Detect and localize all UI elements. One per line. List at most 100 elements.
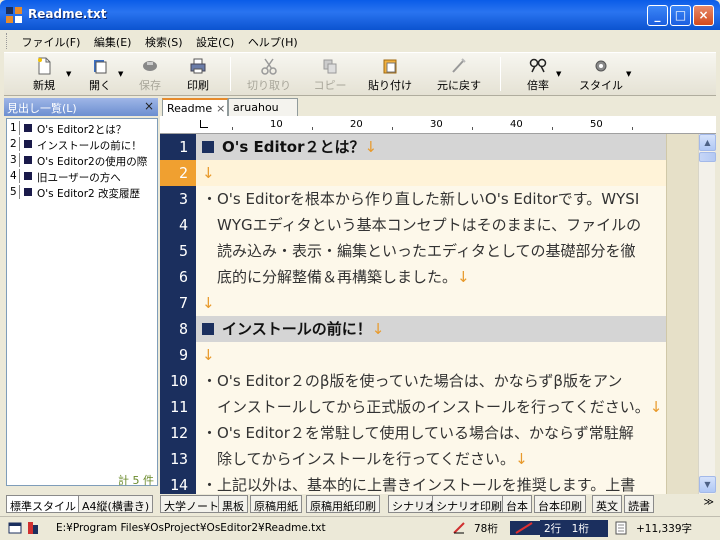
- printer-icon: [190, 58, 206, 74]
- menu-help[interactable]: ヘルプ(H): [243, 30, 303, 52]
- style-tab-blackboard[interactable]: 黒板: [218, 495, 248, 513]
- maximize-button[interactable]: □: [670, 5, 691, 26]
- close-button[interactable]: ×: [693, 5, 714, 26]
- outline-title: 見出し一覧(L): [7, 102, 77, 115]
- text-line[interactable]: インストールしてから正式版のインストールを行ってください。↓: [196, 394, 666, 420]
- tab-close-icon[interactable]: ×: [216, 102, 225, 115]
- style-tab-notebook[interactable]: 大学ノート: [160, 495, 223, 513]
- paste-label: 貼り付け: [368, 79, 412, 92]
- line-text: WYGエディタという基本コンセプトはそのままに、ファイルの: [202, 216, 642, 234]
- undo-label: 元に戻す: [437, 79, 481, 92]
- outline-close-icon[interactable]: ×: [144, 99, 154, 113]
- style-tab-script[interactable]: 台本: [502, 495, 532, 513]
- style-tab-english[interactable]: 英文: [592, 495, 622, 513]
- open-dropdown-icon[interactable]: ▼: [118, 70, 126, 78]
- outline-item-text: O's Editor2の使用の際: [37, 156, 148, 168]
- view-icon[interactable]: [8, 521, 22, 535]
- newline-mark: ↓: [371, 320, 385, 338]
- menu-grip[interactable]: [6, 33, 9, 49]
- text-line-current[interactable]: ↓: [196, 160, 666, 186]
- copy-button[interactable]: コピー: [308, 55, 352, 95]
- line-text: インストールの前に！: [222, 320, 372, 338]
- print-button[interactable]: 印刷: [180, 55, 216, 95]
- toolbar-separator: [500, 57, 501, 91]
- outline-item[interactable]: 5 O's Editor2 改変履歴: [7, 184, 157, 200]
- editor-area[interactable]: 1 O's Editor２とは？↓ 2 ↓ 3 ・O's Editorを根本から…: [160, 134, 698, 494]
- zoom-dropdown-icon[interactable]: ▼: [556, 70, 564, 78]
- open-button[interactable]: 開く: [82, 55, 118, 95]
- undo-button[interactable]: 元に戻す: [432, 55, 486, 95]
- print-label: 印刷: [187, 79, 209, 92]
- text-line[interactable]: 底的に分解整備＆再構築しました。↓: [196, 264, 666, 290]
- minimize-button[interactable]: _: [647, 5, 668, 26]
- style-label: スタイル: [579, 79, 623, 92]
- style-tab-a4[interactable]: A4縦(横書き): [78, 495, 154, 513]
- outline-pane: 見出し一覧(L) × 1 O's Editor2とは？ 2 インストールの前に！…: [4, 96, 158, 494]
- new-button[interactable]: 新規: [26, 55, 62, 95]
- outline-item-text: O's Editor2とは？: [37, 124, 127, 136]
- ruler-label: 50: [590, 119, 603, 130]
- style-button[interactable]: スタイル: [578, 55, 624, 95]
- text-line[interactable]: ・O's Editor２のβ版を使っていた場合は、かならずβ版をアン: [196, 368, 666, 394]
- menu-settings[interactable]: 設定(C): [191, 30, 239, 52]
- outline-item-divider: [19, 169, 20, 183]
- scroll-down-icon[interactable]: ▼: [699, 476, 716, 493]
- text-line[interactable]: ・O's Editorを根本から作り直した新しいO's Editorです。WYS…: [196, 186, 666, 212]
- paste-button[interactable]: 貼り付け: [364, 55, 416, 95]
- ruler-tick: [312, 127, 313, 130]
- outline-item[interactable]: 2 インストールの前に！: [7, 136, 157, 152]
- outline-count: 計 5 件: [118, 474, 154, 487]
- line-text: 読み込み・表示・編集といったエディタとしての基礎部分を徹: [202, 242, 636, 260]
- new-label: 新規: [33, 79, 55, 92]
- zoom-button[interactable]: 倍率: [520, 55, 556, 95]
- text-line[interactable]: ↓: [196, 290, 666, 316]
- style-tab-standard[interactable]: 標準スタイル: [6, 495, 80, 513]
- text-line[interactable]: ↓: [196, 342, 666, 368]
- text-line-heading[interactable]: O's Editor２とは？↓: [196, 134, 666, 160]
- style-dropdown-icon[interactable]: ▼: [626, 70, 634, 78]
- indent-marker-icon[interactable]: [200, 120, 208, 128]
- line-number: 1: [178, 138, 188, 156]
- menu-search[interactable]: 検索(S): [140, 30, 188, 52]
- tab-readme[interactable]: Readme ×: [162, 98, 228, 117]
- style-tab-manuscript-print[interactable]: 原稿用紙印刷: [306, 495, 380, 513]
- style-tab-manuscript[interactable]: 原稿用紙: [250, 495, 302, 513]
- tab-aruahou-rubi[interactable]: aruahou rubi: [228, 98, 298, 127]
- save-button[interactable]: 保存: [132, 55, 168, 95]
- save-icon: [143, 61, 157, 71]
- title-bar[interactable]: Readme.txt _ □ ×: [0, 0, 720, 30]
- text-line-heading[interactable]: インストールの前に！↓: [196, 316, 666, 342]
- outline-item-number: 2: [10, 138, 17, 150]
- outline-item-divider: [19, 137, 20, 151]
- open-label: 開く: [89, 79, 111, 92]
- ruler-mark-icon: [453, 522, 465, 534]
- scroll-thumb[interactable]: [699, 152, 716, 162]
- style-tabs-more-icon[interactable]: ≫: [704, 497, 714, 508]
- outline-item[interactable]: 4 旧ユーザーの方へ: [7, 168, 157, 184]
- ruler-label: 40: [510, 119, 523, 130]
- outline-header: 見出し一覧(L) ×: [4, 98, 158, 116]
- newline-mark: ↓: [364, 138, 378, 156]
- text-line[interactable]: 読み込み・表示・編集といったエディタとしての基礎部分を徹: [196, 238, 666, 264]
- new-dropdown-icon[interactable]: ▼: [66, 70, 74, 78]
- ruler-label: 20: [350, 119, 363, 130]
- scroll-up-icon[interactable]: ▲: [699, 134, 716, 151]
- style-tab-reading[interactable]: 読書: [624, 495, 654, 513]
- text-line[interactable]: ・O's Editor２を常駐して使用している場合は、かならず常駐解: [196, 420, 666, 446]
- text-line[interactable]: 除してからインストールを行ってください。↓: [196, 446, 666, 472]
- newline-mark: ↓: [202, 346, 215, 364]
- text-line[interactable]: WYGエディタという基本コンセプトはそのままに、ファイルの: [196, 212, 666, 238]
- outline-item[interactable]: 1 O's Editor2とは？: [7, 120, 157, 136]
- pencil-icon: [510, 521, 540, 535]
- edit-mode-icon[interactable]: [26, 521, 40, 535]
- menu-file[interactable]: ファイル(F): [17, 30, 86, 52]
- cut-button[interactable]: 切り取り: [244, 55, 294, 95]
- text-line[interactable]: ・上記以外は、基本的に上書きインストールを推奨します。上書: [196, 472, 666, 494]
- menu-edit[interactable]: 編集(E): [89, 30, 137, 52]
- scissors-icon: [261, 58, 277, 75]
- style-tab-script-print[interactable]: 台本印刷: [534, 495, 586, 513]
- file-path: E:¥Program Files¥OsProject¥OsEditor2¥Rea…: [56, 522, 326, 534]
- vertical-scrollbar[interactable]: ▲ ▼: [698, 134, 716, 494]
- outline-item[interactable]: 3 O's Editor2の使用の際: [7, 152, 157, 168]
- style-tab-scenario-print[interactable]: シナリオ印刷: [432, 495, 506, 513]
